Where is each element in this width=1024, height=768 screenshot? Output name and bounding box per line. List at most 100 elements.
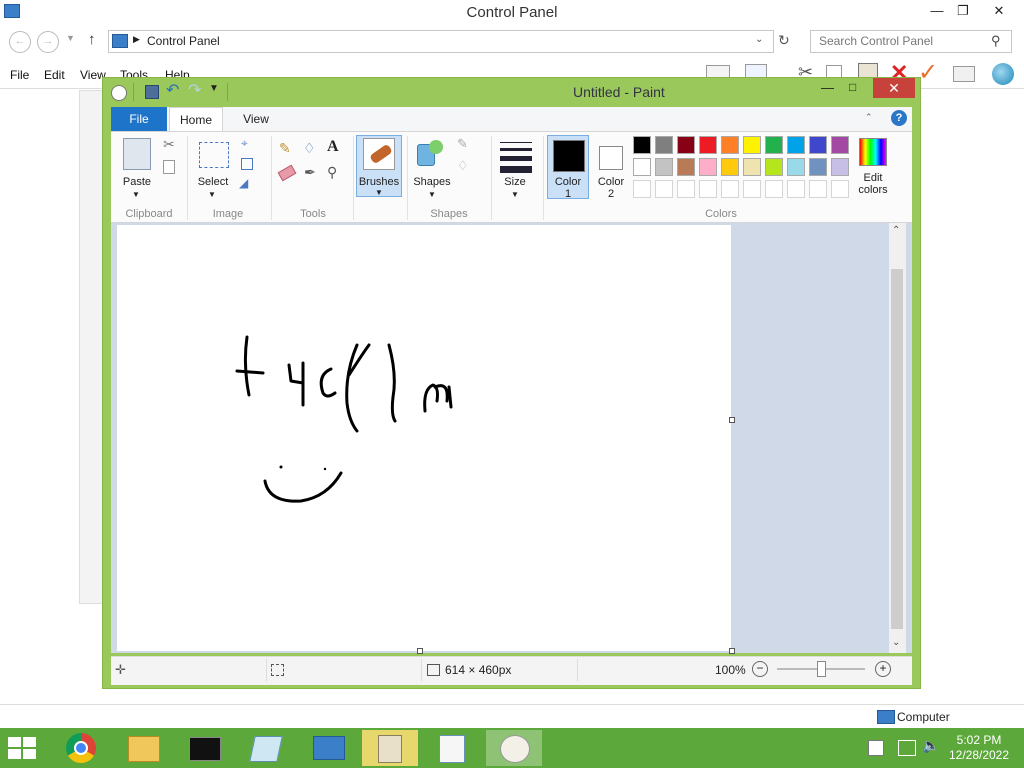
copy-icon[interactable]	[163, 160, 175, 174]
palette-swatch[interactable]	[699, 180, 717, 198]
address-dropdown-icon[interactable]: ⌄	[755, 34, 763, 45]
checkmark-icon[interactable]: ✓	[918, 58, 938, 87]
network-icon[interactable]	[898, 740, 916, 756]
back-arrow-icon[interactable]: ←	[9, 31, 31, 53]
resize-icon[interactable]	[241, 158, 253, 170]
scroll-down-icon[interactable]: ⌄	[892, 637, 900, 648]
menu-edit[interactable]: Edit	[44, 68, 65, 82]
cut-icon[interactable]: ✂	[163, 136, 175, 153]
palette-swatch[interactable]	[787, 180, 805, 198]
taskbar-notebook-app[interactable]	[238, 730, 294, 766]
undo-icon[interactable]: ↶	[166, 80, 179, 100]
select-icon[interactable]	[199, 142, 229, 168]
palette-swatch[interactable]	[831, 158, 849, 176]
redo-icon[interactable]: ↷	[188, 80, 201, 100]
zoom-in-icon[interactable]: +	[875, 661, 891, 677]
brush-icon[interactable]	[363, 138, 395, 170]
palette-swatch[interactable]	[743, 158, 761, 176]
palette-swatch[interactable]	[655, 136, 673, 154]
resize-handle-bottom[interactable]	[417, 648, 423, 654]
palette-swatch[interactable]	[831, 136, 849, 154]
size-dropdown-icon[interactable]: ▼	[511, 190, 519, 199]
palette-swatch[interactable]	[655, 180, 673, 198]
scroll-thumb[interactable]	[891, 269, 903, 629]
palette-swatch[interactable]	[787, 158, 805, 176]
palette-swatch[interactable]	[787, 136, 805, 154]
palette-swatch[interactable]	[677, 136, 695, 154]
palette-swatch[interactable]	[765, 180, 783, 198]
paste-icon[interactable]	[123, 138, 151, 170]
vertical-scrollbar[interactable]: ⌃ ⌄	[889, 223, 906, 653]
search-input[interactable]: Search Control Panel ⚲	[810, 30, 1012, 53]
palette-swatch[interactable]	[721, 136, 739, 154]
size-button[interactable]: Size	[495, 176, 535, 188]
start-windows-icon[interactable]	[8, 737, 36, 759]
maximize-button[interactable]: ❐	[950, 0, 976, 22]
select-button[interactable]: Select	[193, 176, 233, 188]
paste-button[interactable]: Paste	[117, 176, 157, 188]
palette-swatch[interactable]	[633, 136, 651, 154]
taskbar-chrome[interactable]	[54, 730, 110, 766]
palette-swatch[interactable]	[633, 180, 651, 198]
paste-dropdown-icon[interactable]: ▼	[132, 190, 140, 199]
palette-swatch[interactable]	[677, 158, 695, 176]
up-arrow-icon[interactable]: ↑	[88, 31, 96, 48]
shapes-dropdown-icon[interactable]: ▼	[428, 190, 436, 199]
edit-colors-button[interactable]: Edit colors	[851, 172, 895, 196]
customize-qat-icon[interactable]: ▼	[209, 83, 219, 94]
shapes-button[interactable]: Shapes	[409, 176, 455, 188]
minimize-ribbon-icon[interactable]: ⌃	[865, 112, 873, 123]
paint-minimize-button[interactable]: —	[821, 80, 834, 95]
forward-arrow-icon[interactable]: →	[37, 31, 59, 53]
palette-swatch[interactable]	[809, 136, 827, 154]
select-dropdown-icon[interactable]: ▼	[208, 190, 216, 199]
size-icon[interactable]	[500, 142, 532, 173]
taskbar-paint[interactable]	[486, 730, 542, 766]
palette-swatch[interactable]	[765, 158, 783, 176]
taskbar-wordpad[interactable]	[424, 730, 480, 766]
globe-icon[interactable]	[992, 63, 1014, 85]
palette-swatch[interactable]	[809, 158, 827, 176]
resize-handle-corner[interactable]	[729, 648, 735, 654]
taskbar-file-explorer[interactable]	[115, 730, 171, 766]
paint-app-icon[interactable]	[111, 85, 127, 101]
taskbar-command-prompt[interactable]	[176, 730, 232, 766]
refresh-icon[interactable]: ↻	[778, 32, 790, 49]
palette-swatch[interactable]	[699, 158, 717, 176]
drawing-canvas[interactable]	[117, 225, 731, 651]
color2-label[interactable]: Color 2	[591, 176, 631, 200]
resize-handle-right[interactable]	[729, 417, 735, 423]
palette-swatch[interactable]	[765, 136, 783, 154]
volume-icon[interactable]: 🔈	[922, 737, 939, 754]
minimize-button[interactable]: —	[924, 0, 950, 22]
palette-swatch[interactable]	[721, 158, 739, 176]
palette-swatch[interactable]	[655, 158, 673, 176]
palette-swatch[interactable]	[699, 136, 717, 154]
edit-colors-icon[interactable]	[859, 138, 887, 166]
search-icon[interactable]: ⚲	[991, 33, 1001, 49]
color1-swatch[interactable]	[553, 140, 585, 172]
menu-file[interactable]: File	[10, 68, 29, 82]
save-icon[interactable]	[145, 85, 159, 99]
tab-file[interactable]: File	[111, 107, 167, 131]
paint-close-button[interactable]: ✕	[873, 78, 915, 98]
recent-locations-icon[interactable]: ▼	[66, 33, 75, 43]
fill-icon[interactable]: ♢	[303, 140, 316, 157]
palette-swatch[interactable]	[831, 180, 849, 198]
close-button[interactable]: ✕	[986, 0, 1012, 22]
palette-swatch[interactable]	[743, 136, 761, 154]
outline-icon[interactable]: ✎	[457, 136, 468, 152]
breadcrumb-chevron-icon[interactable]: ▶	[133, 34, 140, 45]
scroll-up-icon[interactable]: ⌃	[892, 225, 900, 236]
tab-view[interactable]: View	[233, 107, 279, 131]
shapes-icon[interactable]	[417, 140, 443, 166]
taskbar-calculator[interactable]	[362, 730, 418, 766]
pencil-icon[interactable]: ✎	[279, 140, 291, 157]
palette-swatch[interactable]	[743, 180, 761, 198]
paint-maximize-button[interactable]: □	[849, 80, 856, 94]
clock[interactable]: 5:02 PM 12/28/2022	[944, 733, 1014, 763]
brushes-dropdown-icon[interactable]: ▼	[375, 188, 383, 197]
palette-swatch[interactable]	[633, 158, 651, 176]
eraser-icon[interactable]	[277, 164, 297, 182]
color-picker-icon[interactable]: ✒	[304, 164, 316, 181]
